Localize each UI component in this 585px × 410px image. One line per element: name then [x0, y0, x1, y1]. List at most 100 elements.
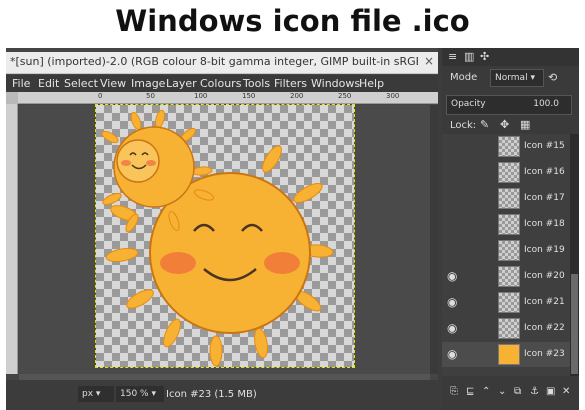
vertical-scrollbar[interactable]: [430, 105, 438, 374]
ruler-tick: 100: [194, 92, 208, 100]
canvas-area[interactable]: [19, 104, 430, 374]
layers-tab-icon[interactable]: ≡: [448, 50, 457, 63]
mode-row: Mode Normal ▾ ⟲: [442, 68, 579, 88]
layer-thumbnail: [498, 240, 520, 261]
unit-select[interactable]: px ▾: [78, 386, 114, 402]
eye-icon[interactable]: ◉: [447, 347, 457, 361]
lock-position-icon[interactable]: ✥: [500, 118, 509, 131]
layers-dock: ≡ ▥ ✣ Mode Normal ▾ ⟲ Opacity 100.0 Lock…: [442, 48, 579, 410]
menu-edit[interactable]: Edit: [38, 77, 59, 90]
menu-select[interactable]: Select: [64, 77, 98, 90]
status-bar: px ▾ 150 % ▾ Icon #23 (1.5 MB): [6, 380, 438, 410]
vertical-ruler[interactable]: [6, 104, 18, 374]
layer-thumbnail: [498, 292, 520, 313]
sun-drawing: [101, 109, 334, 367]
ruler-tick: 0: [98, 92, 103, 100]
layer-thumbnail: [498, 266, 520, 287]
raise-layer-icon[interactable]: ⌃: [482, 386, 490, 397]
menu-bar: File Edit Select View Image Layer Colour…: [6, 75, 438, 92]
layer-row[interactable]: ◉ Icon #21: [442, 290, 570, 315]
menu-filters[interactable]: Filters: [274, 77, 307, 90]
headline: Windows icon file .ico: [115, 4, 470, 38]
mode-label: Mode: [450, 72, 478, 83]
layer-thumbnail: [498, 214, 520, 235]
layer-name: Icon #20: [524, 271, 565, 281]
paths-tab-icon[interactable]: ✣: [480, 50, 489, 63]
layer-name: Icon #19: [524, 245, 565, 255]
ruler-tick: 300: [386, 92, 400, 100]
new-group-icon[interactable]: ⊑: [466, 386, 474, 397]
opacity-label: Opacity: [451, 99, 486, 109]
lock-label: Lock:: [450, 120, 477, 131]
menu-help[interactable]: Help: [359, 77, 384, 90]
delete-layer-icon[interactable]: ✕: [562, 386, 570, 397]
ruler-corner[interactable]: [6, 92, 18, 104]
menu-windows[interactable]: Windows: [311, 77, 360, 90]
mode-select[interactable]: Normal ▾: [490, 69, 544, 87]
mode-value: Normal: [495, 73, 528, 83]
layers-scrollbar[interactable]: [570, 134, 579, 376]
layer-name: Icon #18: [524, 219, 565, 229]
menu-tools[interactable]: Tools: [243, 77, 270, 90]
layer-name: Icon #22: [524, 323, 565, 333]
menu-colours[interactable]: Colours: [200, 77, 241, 90]
lower-layer-icon[interactable]: ⌄: [498, 386, 506, 397]
eye-icon[interactable]: ◉: [447, 321, 457, 335]
menu-image[interactable]: Image: [131, 77, 165, 90]
eye-icon[interactable]: ◉: [447, 269, 457, 283]
reset-mode-icon[interactable]: ⟲: [548, 71, 557, 84]
scrollbar-thumb[interactable]: [571, 274, 578, 374]
zoom-value: 150 %: [120, 389, 149, 399]
lock-pixels-icon[interactable]: ✎: [480, 118, 489, 131]
eye-icon[interactable]: ◉: [447, 295, 457, 309]
layer-row[interactable]: Icon #19: [442, 238, 570, 263]
layer-row-selected[interactable]: ◉ Icon #23: [442, 342, 570, 367]
lock-row: Lock: ✎ ✥ ▦: [442, 116, 579, 136]
layer-row[interactable]: Icon #16: [442, 160, 570, 185]
ruler-tick: 200: [290, 92, 304, 100]
close-icon[interactable]: ×: [424, 54, 434, 68]
layer-name: Icon #16: [524, 167, 565, 177]
chevron-down-icon: ▾: [95, 389, 101, 399]
layer-name: Icon #17: [524, 193, 565, 203]
mask-layer-icon[interactable]: ▣: [546, 386, 555, 397]
layer-name: Icon #23: [524, 349, 565, 359]
window-title: *[sun] (imported)-2.0 (RGB colour 8-bit …: [10, 55, 418, 68]
layer-thumbnail: [498, 162, 520, 183]
layer-row[interactable]: Icon #17: [442, 186, 570, 211]
layer-thumbnail: [498, 188, 520, 209]
opacity-row: Opacity 100.0: [442, 94, 579, 115]
layer-row[interactable]: ◉ Icon #22: [442, 316, 570, 341]
layer-name: Icon #21: [524, 297, 565, 307]
ruler-tick: 150: [242, 92, 256, 100]
layer-row[interactable]: ◉ Icon #20: [442, 264, 570, 289]
channels-tab-icon[interactable]: ▥: [464, 50, 474, 63]
zoom-select[interactable]: 150 % ▾: [116, 386, 164, 402]
status-info: Icon #23 (1.5 MB): [166, 389, 257, 400]
image-window: *[sun] (imported)-2.0 (RGB colour 8-bit …: [6, 48, 438, 410]
layer-thumbnail: [498, 344, 520, 365]
layers-toolbar: ⎘ ⊑ ⌃ ⌄ ⧉ ⚓ ▣ ✕: [442, 378, 579, 410]
new-layer-icon[interactable]: ⎘: [450, 386, 458, 397]
layer-name: Icon #15: [524, 141, 565, 151]
layers-list: Icon #15 Icon #16 Icon #17 Icon #18 Icon…: [442, 134, 570, 376]
layer-row[interactable]: Icon #15: [442, 134, 570, 159]
opacity-field[interactable]: Opacity 100.0: [446, 95, 572, 115]
duplicate-layer-icon[interactable]: ⧉: [514, 386, 521, 397]
lock-alpha-icon[interactable]: ▦: [520, 118, 530, 131]
opacity-value: 100.0: [533, 99, 559, 109]
ruler-tick: 50: [146, 92, 155, 100]
chevron-down-icon: ▾: [151, 389, 156, 399]
horizontal-ruler[interactable]: 0 50 100 150 200 250 300: [18, 92, 438, 104]
gimp-screenshot: *[sun] (imported)-2.0 (RGB colour 8-bit …: [6, 48, 579, 410]
dock-tabs: ≡ ▥ ✣: [442, 48, 579, 66]
anchor-layer-icon[interactable]: ⚓: [530, 386, 539, 397]
image-canvas[interactable]: [95, 104, 355, 368]
title-bar: *[sun] (imported)-2.0 (RGB colour 8-bit …: [6, 52, 438, 74]
menu-view[interactable]: View: [100, 77, 126, 90]
layer-row[interactable]: Icon #18: [442, 212, 570, 237]
menu-file[interactable]: File: [12, 77, 30, 90]
menu-layer[interactable]: Layer: [166, 77, 197, 90]
layer-thumbnail: [498, 318, 520, 339]
unit-value: px: [82, 389, 94, 399]
